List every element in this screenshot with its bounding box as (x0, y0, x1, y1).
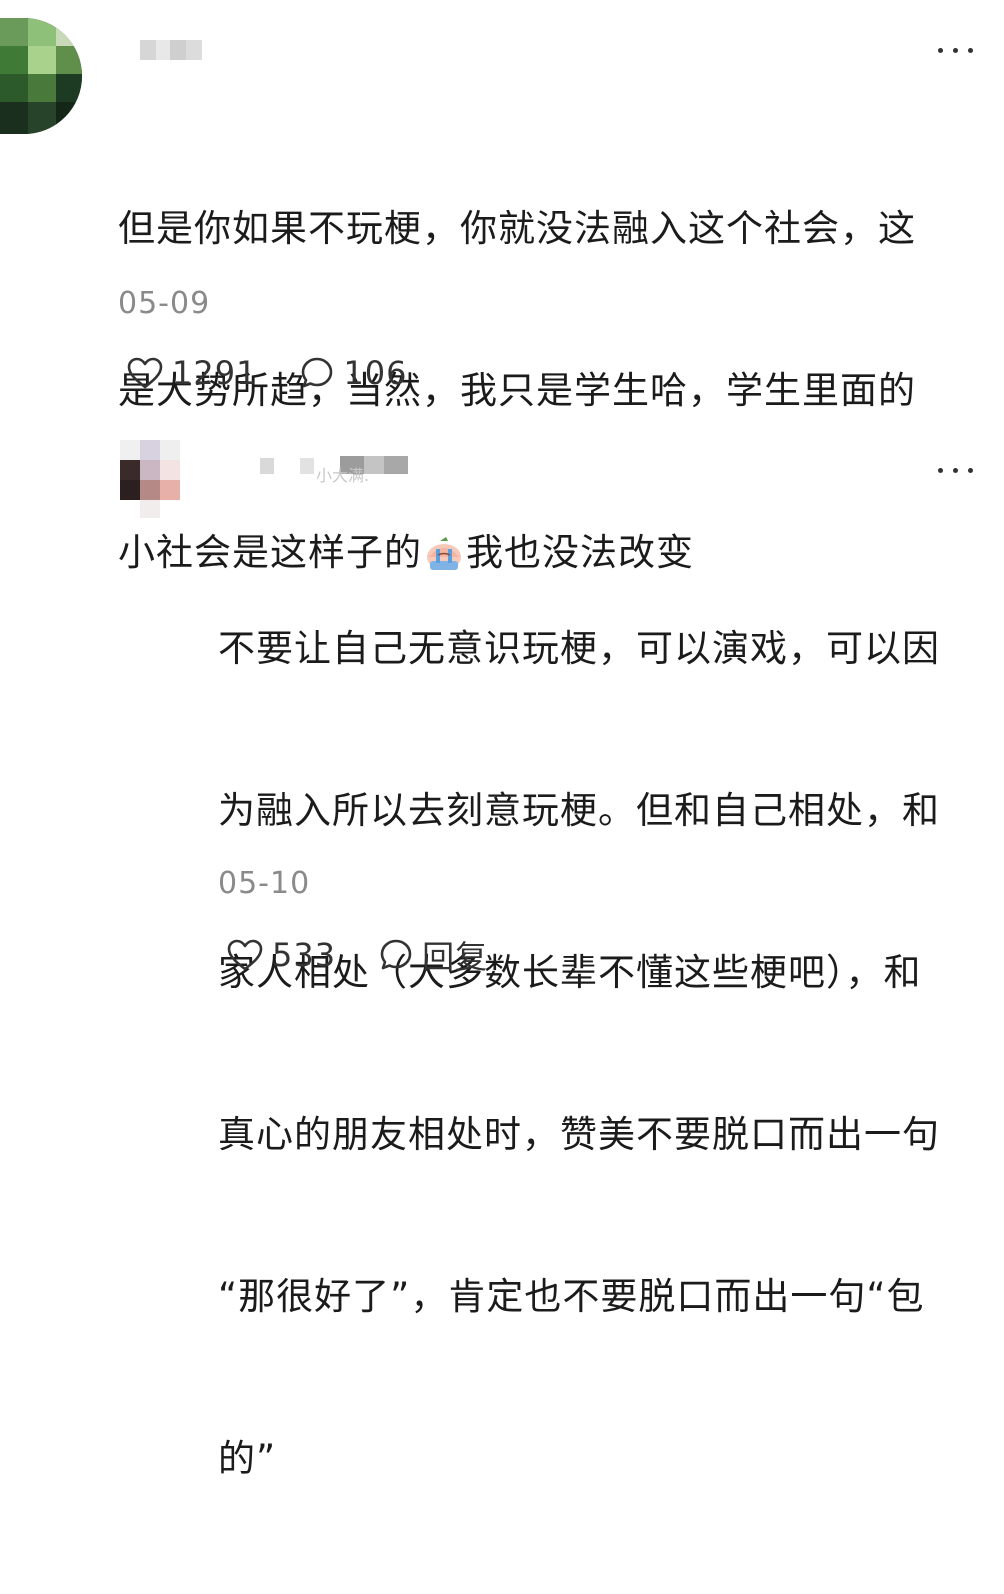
comment-text-line: 但是你如果不玩梗，你就没法融入这个社会，这 (118, 207, 916, 250)
like-button[interactable]: 1291 (126, 354, 257, 392)
heart-outline-icon (127, 357, 163, 389)
reply-button[interactable]: 回复 (378, 932, 488, 978)
reply-button[interactable]: 106 (299, 354, 407, 392)
comment-actions: 1291 106 (126, 354, 408, 392)
username[interactable] (140, 40, 202, 62)
avatar[interactable] (120, 440, 182, 518)
reply-text-line: 为融入所以去刻意玩梗。但和自己相处，和 (218, 789, 940, 832)
reply-date: 05-10 (218, 866, 311, 901)
like-button[interactable]: 533 (226, 936, 336, 974)
avatar[interactable] (0, 18, 82, 134)
username[interactable]: 小大满. (260, 456, 420, 485)
speech-bubble-icon (380, 939, 412, 970)
reply-label: 回复 (422, 938, 489, 976)
reply-text-line: 真心的朋友相处时，赞美不要脱口而出一句 (218, 1113, 940, 1156)
heart-outline-icon (227, 939, 263, 971)
reply-text-line: 的” (218, 1437, 277, 1480)
more-dots-icon[interactable] (936, 464, 976, 476)
reply-text-line: 不要让自己无意识玩梗，可以演戏，可以因 (218, 627, 940, 670)
speech-bubble-icon (302, 357, 333, 388)
comment-date: 05-09 (118, 286, 211, 321)
reply-actions: 533 回复 (226, 932, 488, 978)
reply-text: 不要让自己无意识玩梗，可以演戏，可以因 为融入所以去刻意玩梗。但和自己相处，和 … (218, 514, 940, 1594)
reply-count: 106 (343, 354, 408, 392)
like-count: 1291 (172, 354, 258, 392)
like-count: 533 (272, 936, 337, 974)
reply-item: 小大满. 不要让自己无意识玩梗，可以演戏，可以因 为融入所以去刻意玩梗。但和自己… (0, 430, 1004, 1480)
more-dots-icon[interactable] (936, 44, 976, 56)
username-partial: 小大满. (316, 466, 370, 485)
comment-item: 但是你如果不玩梗，你就没法融入这个社会，这 是大势所趋，当然，我只是学生哈，学生… (0, 0, 1004, 574)
reply-text-line: “那很好了”，肯定也不要脱口而出一句“包 (218, 1275, 925, 1318)
